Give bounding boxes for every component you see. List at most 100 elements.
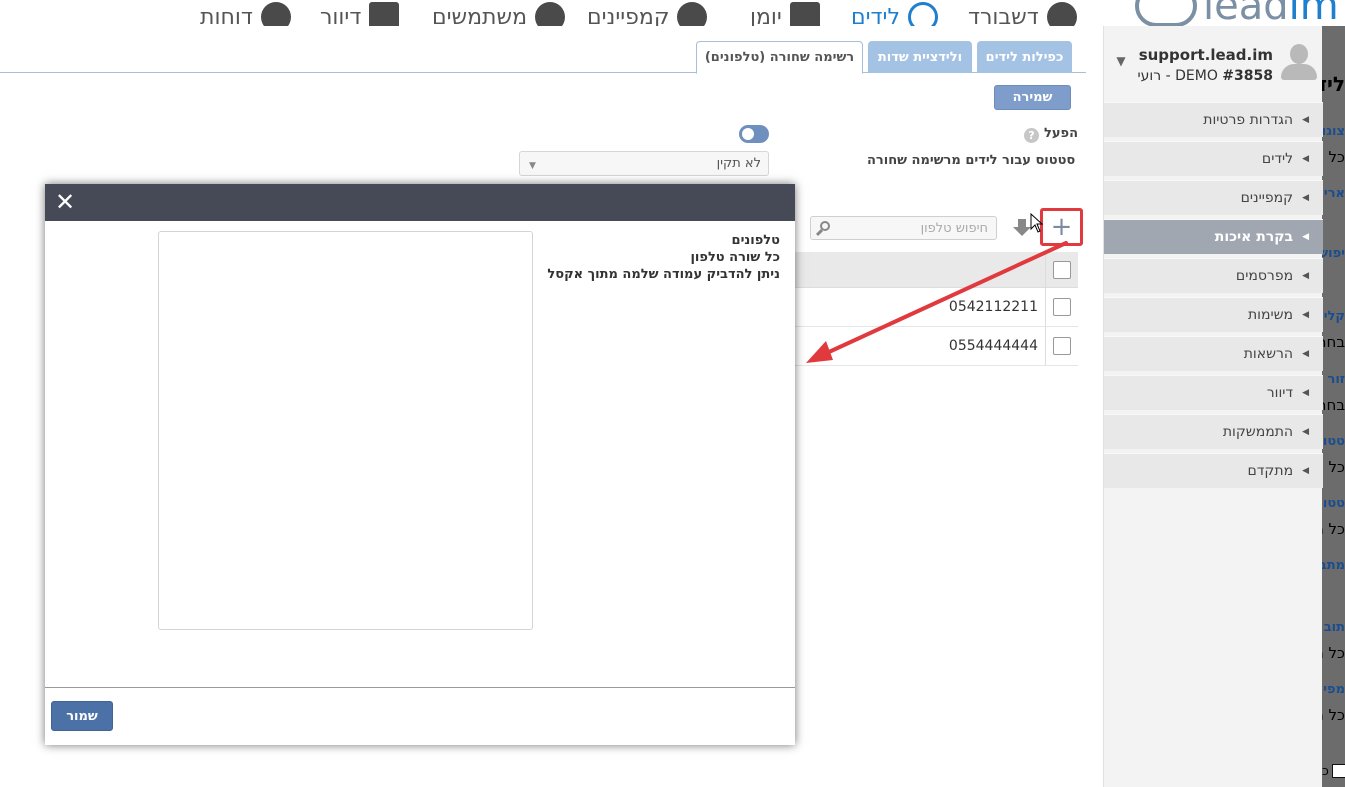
caret-left-icon: ◀	[1302, 115, 1309, 125]
row-checkbox[interactable]	[1053, 298, 1071, 316]
bg-fragment: בחר	[1322, 333, 1345, 351]
bg-fragment: זור	[1327, 372, 1345, 387]
user-email: support.lead.im	[1138, 46, 1273, 64]
caret-left-icon: ◀	[1302, 349, 1309, 359]
sidebar-item-leads[interactable]: לידים ◀	[1104, 141, 1323, 176]
status-label: סטטוס עבור לידים מרשימה שחורה	[867, 153, 1076, 168]
table-header	[795, 252, 1078, 288]
sidebar-item-advanced[interactable]: מתקדם ◀	[1104, 453, 1323, 488]
modal-save-button[interactable]: שמור	[51, 701, 113, 731]
sidebar-item-campaigns[interactable]: קמפיינים ◀	[1104, 180, 1323, 215]
table-row: 0554444444	[795, 327, 1078, 366]
bg-fragment: כל ה	[1322, 706, 1345, 724]
sidebar-item-label: הגדרות פרטיות	[1203, 112, 1294, 128]
search-placeholder: חיפוש טלפון	[920, 220, 988, 236]
sidebar-item-mailing[interactable]: דיוור ◀	[1104, 375, 1323, 410]
avatar	[1279, 42, 1319, 82]
search-icon[interactable]	[815, 220, 831, 237]
chevron-down-icon[interactable]: ▼	[1112, 52, 1130, 70]
sidebar-item-label: התממשקות	[1222, 424, 1294, 440]
sidebar-item-label: לידים	[1261, 151, 1294, 167]
nav-label-reports: דוחות	[200, 4, 253, 27]
sidebar-item-tasks[interactable]: משימות ◀	[1104, 297, 1323, 332]
bg-fragment: צוגו	[1322, 124, 1345, 139]
user-account: רועי - DEMO #3858	[1138, 68, 1273, 84]
bg-fragment: יפוש	[1322, 246, 1345, 261]
caret-left-icon: ◀	[1302, 427, 1309, 437]
caret-left-icon: ◀	[1302, 388, 1309, 398]
tab-duplicate-leads[interactable]: כפילות לידים	[977, 41, 1072, 73]
bg-fragment: קלי	[1323, 309, 1345, 324]
save-button[interactable]: שמירה	[994, 85, 1071, 110]
sidebar-item-label: קמפיינים	[1240, 190, 1294, 206]
plus-icon: +	[1050, 212, 1073, 242]
sidebar-item-integrations[interactable]: התממשקות ◀	[1104, 414, 1323, 449]
select-all-checkbox[interactable]	[1053, 261, 1071, 279]
pie-chart-icon	[260, 2, 291, 26]
bg-fragment: טטו	[1322, 496, 1345, 511]
tab-label: רשימה שחורה (טלפונים)	[704, 50, 855, 65]
tab-field-validation[interactable]: ולידציית שדות	[868, 41, 972, 73]
nav-label-users: משתמשים	[432, 4, 528, 27]
account-name: רועי - DEMO	[1137, 68, 1218, 84]
enable-toggle[interactable]	[739, 125, 769, 143]
add-phone-button[interactable]: +	[1040, 208, 1083, 246]
mouse-cursor-icon	[1030, 213, 1044, 233]
help-icon[interactable]: ?	[1024, 128, 1039, 143]
bg-fragment: מתב	[1322, 558, 1345, 573]
row-checkbox[interactable]	[1053, 337, 1071, 355]
speedometer-icon	[1046, 2, 1077, 26]
download-icon[interactable]	[1013, 219, 1031, 239]
nav-item-mailing[interactable]: דיוור	[320, 0, 400, 26]
chevron-down-icon: ▼	[529, 161, 536, 171]
bg-fragment: כל ה	[1322, 148, 1345, 166]
sidebar-item-label: בקרת איכות	[1214, 229, 1294, 245]
top-nav: דוחות דיוור משתמשים קמפיינים יומן לידים …	[0, 0, 1345, 26]
status-select-value: לא תקין	[716, 156, 761, 171]
nav-item-calendar[interactable]: יומן	[750, 0, 820, 26]
envelope-icon	[369, 2, 400, 26]
modal-header: ✕	[45, 184, 795, 221]
sidebar-item-privacy[interactable]: הגדרות פרטיות ◀	[1104, 102, 1323, 137]
modal-hint-line: כל שורה טלפון	[690, 250, 780, 265]
sidebar-item-advertisers[interactable]: מפרסמים ◀	[1104, 258, 1323, 293]
nav-item-users[interactable]: משתמשים	[432, 0, 566, 27]
caret-left-icon: ◀	[1302, 154, 1309, 164]
bg-fragment: תוב	[1323, 620, 1345, 635]
bg-fragment: כל ה	[1322, 520, 1345, 538]
settings-sidebar: ▼ support.lead.im רועי - DEMO #3858 הגדר…	[1103, 26, 1323, 787]
nav-item-reports[interactable]: דוחות	[200, 0, 291, 26]
globe-icon	[907, 2, 938, 26]
user-box[interactable]: ▼ support.lead.im רועי - DEMO #3858	[1104, 26, 1323, 102]
bg-fragment: כ	[1322, 764, 1329, 779]
bg-fragment: אריך	[1322, 186, 1345, 201]
caret-left-icon: ◀	[1302, 232, 1309, 242]
bg-fragment: טטו	[1322, 434, 1345, 449]
brand-logo[interactable]: leadim	[1135, 0, 1345, 26]
nav-item-campaigns[interactable]: קמפיינים	[587, 0, 708, 26]
sidebar-item-permissions[interactable]: הרשאות ◀	[1104, 336, 1323, 371]
phone-cell: 0542112211	[948, 299, 1038, 315]
tab-label: כפילות לידים	[985, 49, 1064, 65]
calendar-icon	[789, 2, 820, 26]
nav-item-dashboard[interactable]: דשבורד	[968, 0, 1077, 26]
tab-phone-blacklist[interactable]: רשימה שחורה (טלפונים)	[696, 41, 863, 74]
toggle-knob	[742, 128, 754, 140]
table-row: 0542112211	[795, 288, 1078, 327]
nav-label-calendar: יומן	[750, 4, 782, 27]
nav-label-dashboard: דשבורד	[968, 4, 1039, 27]
nav-item-leads[interactable]: לידים	[851, 0, 938, 26]
phones-textarea[interactable]	[158, 231, 533, 630]
sidebar-item-quality-control[interactable]: בקרת איכות ◀	[1104, 219, 1323, 254]
modal-title-label: טלפונים	[731, 233, 780, 248]
phone-cell: 0554444444	[948, 338, 1038, 354]
status-select[interactable]: לא תקין ▼	[519, 151, 769, 176]
cloud-icon	[1135, 0, 1197, 26]
caret-left-icon: ◀	[1302, 466, 1309, 476]
users-icon	[535, 2, 566, 26]
phone-search-input[interactable]: חיפוש טלפון	[810, 216, 997, 240]
add-phones-modal: ✕ טלפונים כל שורה טלפון ניתן להדביק עמוד…	[45, 184, 795, 745]
modal-hint-line: ניתן להדביק עמודה שלמה מתוך אקסל	[547, 267, 780, 282]
bg-fragment: בחר	[1322, 396, 1345, 414]
close-icon[interactable]: ✕	[51, 188, 79, 216]
